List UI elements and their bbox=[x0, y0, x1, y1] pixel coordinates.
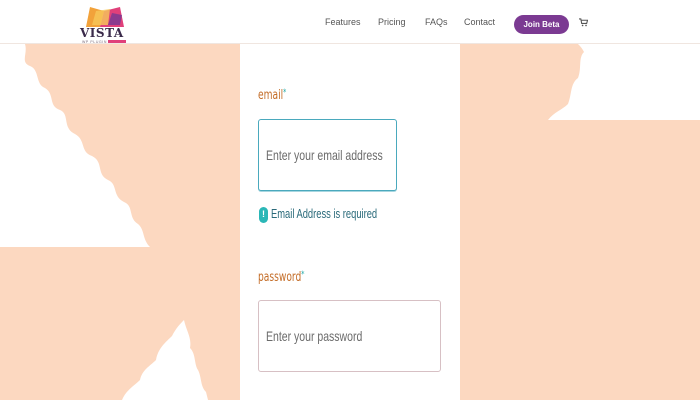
password-placeholder: Enter your password bbox=[266, 328, 363, 344]
logo-tagline: WP PLUGIN bbox=[82, 40, 107, 44]
nav-contact[interactable]: Contact bbox=[464, 17, 495, 27]
join-beta-button[interactable]: Join Beta bbox=[514, 15, 569, 34]
cloud-left-top bbox=[0, 44, 150, 247]
cloud-left-bottom bbox=[122, 320, 208, 400]
logo-text: VISTA bbox=[80, 26, 124, 40]
cart-icon[interactable] bbox=[579, 18, 588, 27]
logo-accent-bar bbox=[108, 40, 126, 43]
error-icon bbox=[259, 207, 268, 223]
email-label: email* bbox=[258, 88, 286, 103]
email-field[interactable]: Enter your email address bbox=[258, 119, 397, 191]
password-required-mark: * bbox=[301, 270, 305, 280]
password-field[interactable]: Enter your password bbox=[258, 300, 441, 372]
nav-features[interactable]: Features bbox=[325, 17, 361, 27]
email-error-text: Email Address is required bbox=[271, 206, 378, 221]
email-required-mark: * bbox=[283, 88, 287, 98]
password-label: password* bbox=[258, 270, 304, 285]
nav-pricing[interactable]: Pricing bbox=[378, 17, 406, 27]
email-label-text: email bbox=[258, 88, 284, 103]
site-header: VISTA WP PLUGIN Features Pricing FAQs Co… bbox=[0, 0, 700, 44]
email-placeholder: Enter your email address bbox=[266, 147, 383, 163]
nav-faqs[interactable]: FAQs bbox=[425, 17, 448, 27]
password-label-text: password bbox=[258, 270, 302, 285]
cloud-right-top bbox=[548, 44, 700, 120]
vista-logo[interactable]: VISTA WP PLUGIN bbox=[80, 5, 126, 44]
